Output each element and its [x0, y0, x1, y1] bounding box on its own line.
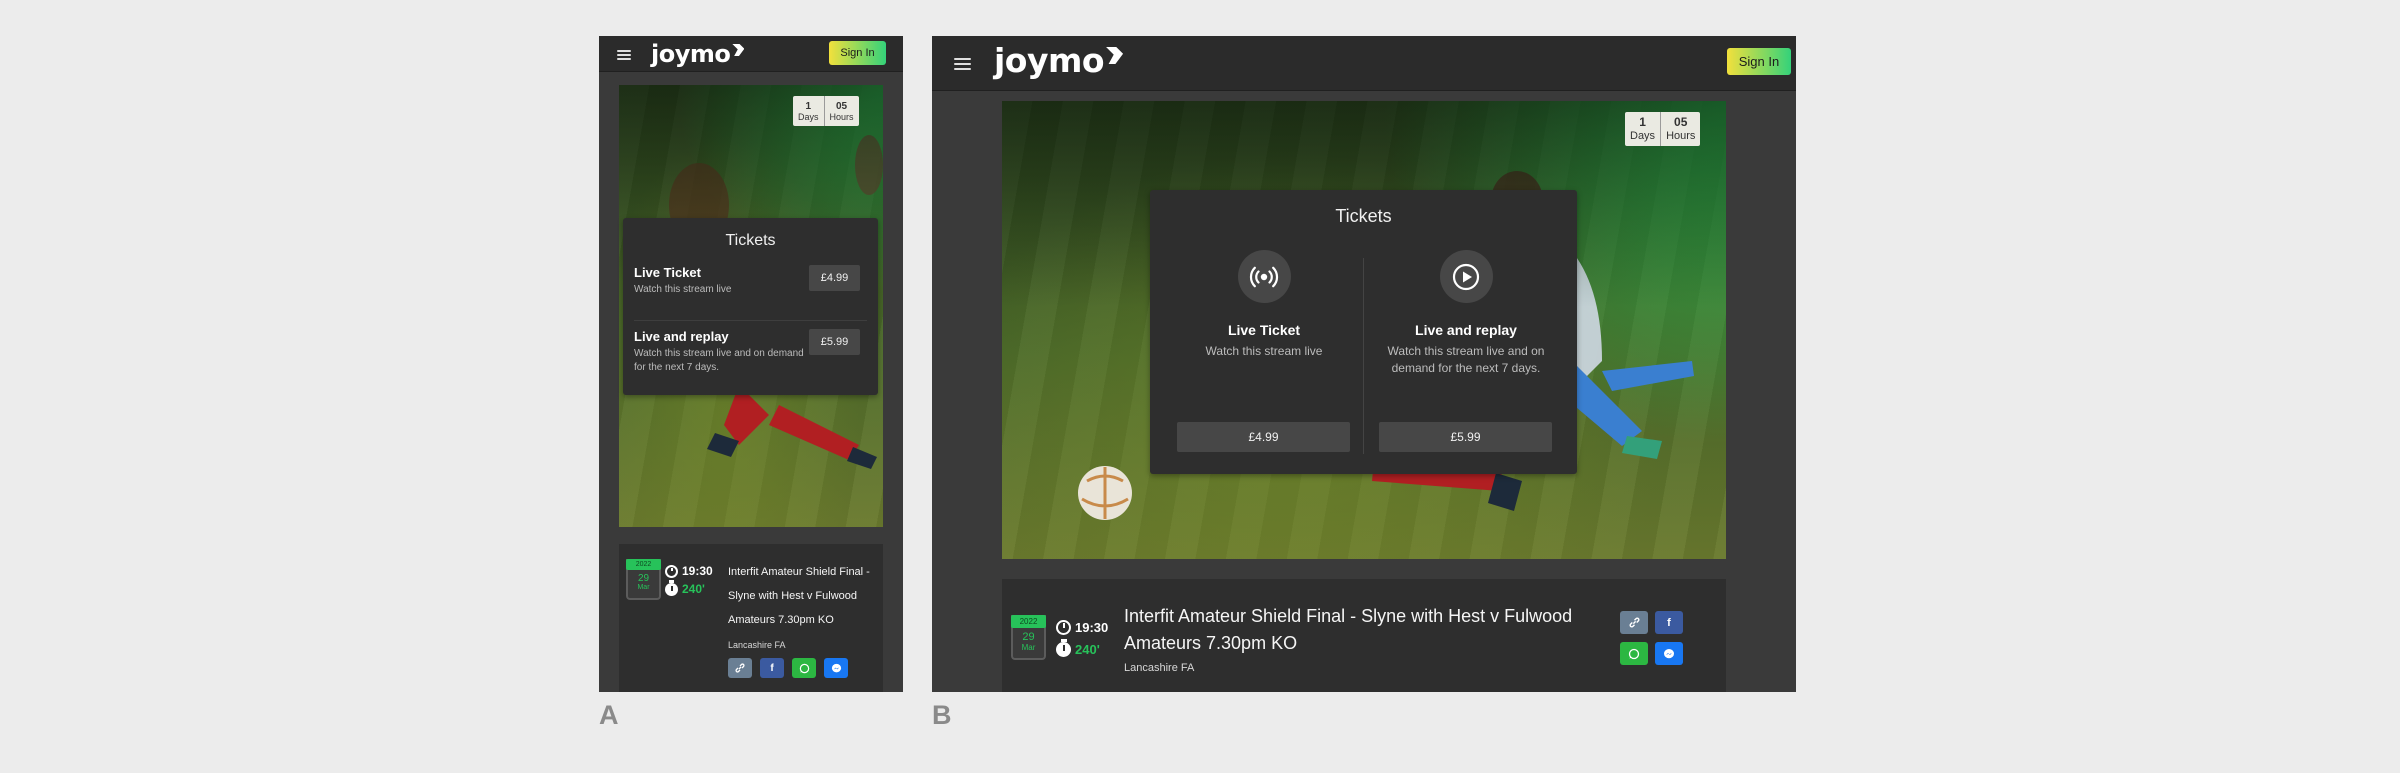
hamburger-menu-icon[interactable]: [617, 50, 631, 62]
logo-arrow-icon: [732, 44, 745, 56]
countdown-timer: 1 Days 05 Hours: [793, 96, 859, 126]
ticket-description: Watch this stream live: [634, 284, 732, 295]
event-time: 19:30: [1075, 619, 1109, 635]
whatsapp-icon: [799, 663, 809, 673]
ticket-name: Live and replay: [1415, 322, 1517, 338]
share-buttons: f: [728, 658, 858, 678]
panel-label-a: A: [599, 700, 619, 730]
tickets-title: Tickets: [725, 232, 776, 249]
event-duration: 240': [682, 582, 705, 596]
ticket-description: Watch this stream live and on demand for…: [1387, 344, 1545, 376]
event-organiser[interactable]: Lancashire FA: [1124, 662, 1194, 674]
ticket-option-live[interactable]: Live Ticket Watch this stream live £4.99: [1164, 250, 1364, 452]
ticket-name: Live Ticket: [1227, 322, 1301, 338]
top-navbar: joymo Sign In: [932, 36, 1796, 91]
countdown-hours: 05 Hours: [1660, 112, 1700, 146]
mobile-screenshot: joymo Sign In 1 Days 05 Hours Tickets Live…: [599, 36, 903, 692]
stopwatch-icon: [1056, 638, 1071, 657]
messenger-share-button[interactable]: [824, 658, 848, 678]
ticket-description: Watch this stream live: [1205, 344, 1323, 358]
copy-link-button[interactable]: [1620, 611, 1648, 634]
stopwatch-icon: [665, 579, 678, 596]
event-info-card: 2022 29 Mar 19:30 240' Interfit Amateur …: [619, 544, 883, 692]
event-time: 19:30: [682, 564, 713, 578]
event-title: Interfit Amateur Shield Final - Slyne wi…: [728, 566, 870, 626]
countdown-timer: 1 Days 05 Hours: [1625, 112, 1701, 146]
messenger-share-button[interactable]: [1655, 642, 1683, 665]
ticket-description: Watch this stream live and on demand for…: [634, 348, 804, 373]
messenger-icon: [1664, 648, 1674, 658]
clock-icon: [665, 564, 678, 578]
event-organiser[interactable]: Lancashire FA: [728, 640, 786, 650]
broadcast-icon: [1237, 250, 1291, 303]
logo-arrow-icon: [1106, 47, 1124, 64]
tickets-panel: Tickets Live Ticket Watch this stream li…: [1150, 190, 1577, 474]
buy-live-replay-button[interactable]: £5.99: [809, 329, 860, 355]
sign-in-button[interactable]: Sign In: [829, 41, 886, 65]
joymo-logo[interactable]: joymo: [651, 40, 745, 68]
panel-label-b: B: [932, 700, 952, 730]
joymo-logo[interactable]: joymo: [994, 41, 1124, 80]
facebook-icon: f: [770, 662, 774, 674]
countdown-hours: 05 Hours: [823, 96, 859, 126]
ticket-option-live-replay[interactable]: Live and replay Watch this stream live a…: [634, 320, 867, 388]
event-meta: 19:30 240': [665, 562, 713, 598]
calendar-date-icon: 2022 29 Mar: [1011, 615, 1046, 660]
tickets-panel: Tickets Live Ticket Watch this stream li…: [623, 218, 878, 395]
buy-live-ticket-button[interactable]: £4.99: [1177, 422, 1350, 452]
event-title: Interfit Amateur Shield Final - Slyne wi…: [1124, 606, 1573, 653]
countdown-days: 1 Days: [1630, 115, 1656, 142]
sign-in-button[interactable]: Sign In: [1727, 48, 1791, 75]
messenger-icon: [831, 663, 841, 672]
buy-live-replay-button[interactable]: £5.99: [1379, 422, 1552, 452]
countdown-days: 1 Days: [798, 100, 819, 122]
facebook-share-button[interactable]: f: [1655, 611, 1683, 634]
copy-link-button[interactable]: [728, 658, 752, 678]
event-info-card: 2022 29 Mar 19:30 240' Interfit Amateur …: [1002, 579, 1726, 692]
calendar-date-icon: 2022 29 Mar: [626, 559, 661, 600]
whatsapp-share-button[interactable]: [792, 658, 816, 678]
whatsapp-icon: [1628, 648, 1640, 659]
facebook-share-button[interactable]: f: [760, 658, 784, 678]
event-duration: 240': [1075, 641, 1100, 657]
ticket-option-live-replay[interactable]: Live and replay Watch this stream live a…: [1366, 250, 1566, 452]
share-buttons: f: [1620, 611, 1686, 665]
clock-icon: [1056, 619, 1071, 635]
play-icon: [1439, 250, 1493, 303]
facebook-icon: f: [1667, 616, 1671, 629]
link-icon: [1629, 617, 1639, 628]
top-navbar: joymo Sign In: [599, 36, 903, 72]
link-icon: [735, 663, 745, 673]
event-meta: 19:30 240': [1056, 616, 1108, 660]
hamburger-menu-icon[interactable]: [954, 58, 971, 73]
tickets-title: Tickets: [1335, 206, 1392, 226]
buy-live-ticket-button[interactable]: £4.99: [809, 265, 860, 291]
desktop-screenshot: joymo Sign In 1 Days 05 Hours Tickets Li…: [932, 36, 1796, 692]
whatsapp-share-button[interactable]: [1620, 642, 1648, 665]
ticket-option-live[interactable]: Live Ticket Watch this stream live £4.99: [634, 265, 867, 318]
